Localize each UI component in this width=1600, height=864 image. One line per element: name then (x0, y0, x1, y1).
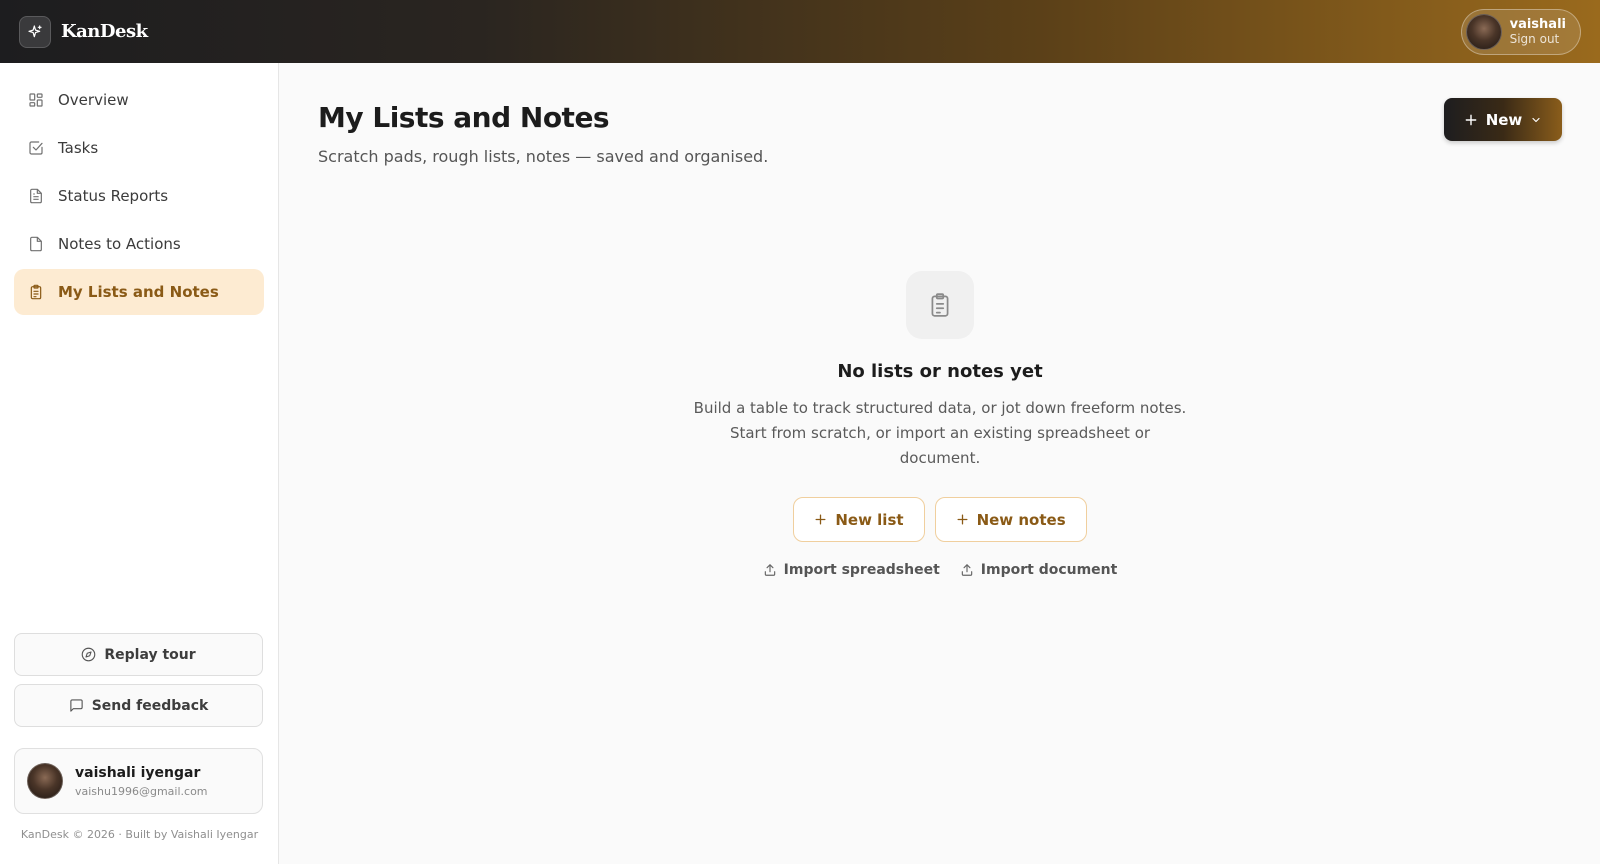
replay-tour-label: Replay tour (104, 646, 196, 663)
sparkle-icon (19, 15, 51, 48)
user-name: vaishali (1509, 16, 1566, 32)
sidebar-item-label: My Lists and Notes (58, 283, 219, 301)
compass-icon (81, 647, 96, 662)
sign-out-link[interactable]: Sign out (1510, 32, 1566, 46)
sidebar-item-my-lists-and-notes[interactable]: My Lists and Notes (14, 269, 264, 315)
empty-title: No lists or notes yet (837, 361, 1043, 382)
import-document-label: Import document (980, 562, 1118, 578)
replay-tour-button[interactable]: Replay tour (14, 633, 263, 676)
page-subtitle: Scratch pads, rough lists, notes — saved… (318, 147, 769, 166)
import-spreadsheet-link[interactable]: Import spreadsheet (763, 562, 940, 578)
sidebar-item-status-reports[interactable]: Status Reports (14, 173, 264, 219)
checkbox-icon (28, 140, 44, 156)
avatar (27, 763, 63, 799)
document-icon (28, 188, 44, 204)
sidebar-item-notes-to-actions[interactable]: Notes to Actions (14, 221, 264, 267)
chevron-down-icon (1530, 114, 1542, 126)
send-feedback-label: Send feedback (91, 697, 209, 714)
empty-actions: New list New notes (793, 497, 1087, 542)
empty-state: No lists or notes yet Build a table to t… (280, 271, 1600, 578)
new-dropdown-button[interactable]: New (1444, 98, 1562, 141)
app-name: KanDesk (61, 21, 148, 42)
sidebar-item-label: Notes to Actions (58, 235, 181, 253)
chat-icon (69, 698, 84, 713)
main-content: My Lists and Notes Scratch pads, rough l… (280, 63, 1600, 864)
upload-icon (763, 563, 777, 577)
plus-icon (956, 513, 969, 526)
empty-description: Build a table to track structured data, … (693, 399, 1187, 467)
grid-icon (28, 92, 44, 108)
footer-note: KanDesk © 2026 · Built by Vaishali Iyeng… (20, 828, 259, 841)
sidebar-item-label: Tasks (58, 139, 99, 157)
sidebar-item-overview[interactable]: Overview (14, 77, 264, 123)
send-feedback-button[interactable]: Send feedback (14, 684, 263, 727)
user-menu[interactable]: vaishali Sign out (1460, 8, 1581, 55)
sidebar-item-label: Status Reports (58, 187, 169, 205)
import-document-link[interactable]: Import document (960, 562, 1118, 578)
import-row: Import spreadsheet Import document (763, 562, 1118, 578)
new-notes-label: New notes (976, 510, 1066, 529)
page-icon (28, 236, 44, 252)
profile-card[interactable]: vaishali iyengar vaishu1996@gmail.com (14, 748, 263, 814)
plus-icon (814, 513, 827, 526)
sidebar-nav: Overview Tasks Status Reports Notes to A… (0, 63, 278, 315)
avatar (1465, 13, 1502, 50)
clipboard-icon (28, 284, 44, 300)
profile-email: vaishu1996@gmail.com (75, 784, 208, 798)
profile-name: vaishali iyengar (75, 764, 201, 781)
new-button-label: New (1485, 110, 1523, 129)
page-title: My Lists and Notes (318, 101, 610, 134)
new-list-button[interactable]: New list (793, 497, 925, 542)
clipboard-icon (906, 271, 974, 339)
sidebar: Overview Tasks Status Reports Notes to A… (0, 63, 279, 864)
upload-icon (960, 563, 974, 577)
top-bar: KanDesk vaishali Sign out (0, 0, 1600, 63)
sidebar-item-tasks[interactable]: Tasks (14, 125, 264, 171)
brand[interactable]: KanDesk (19, 15, 148, 48)
import-spreadsheet-label: Import spreadsheet (783, 562, 940, 578)
new-list-label: New list (835, 510, 904, 529)
plus-icon (1464, 113, 1478, 127)
new-notes-button[interactable]: New notes (934, 497, 1087, 542)
sidebar-item-label: Overview (58, 91, 129, 109)
